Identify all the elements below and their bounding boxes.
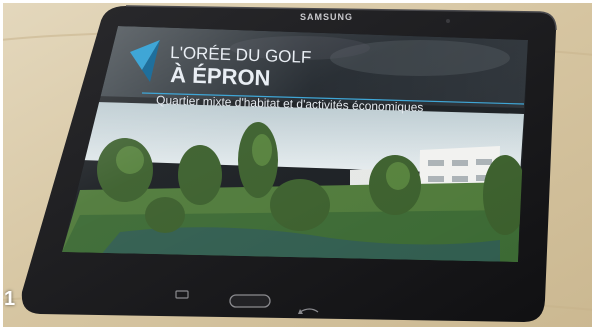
home-button[interactable]: [229, 294, 271, 308]
brand-label: SAMSUNG: [300, 12, 353, 22]
front-camera: [446, 19, 450, 23]
photo-number-label: 1: [4, 288, 16, 310]
title-line2: À ÉPRON: [170, 62, 271, 90]
photo-scene: L'ORÉE DU GOLF À ÉPRON Quartier mixte d'…: [0, 0, 595, 330]
